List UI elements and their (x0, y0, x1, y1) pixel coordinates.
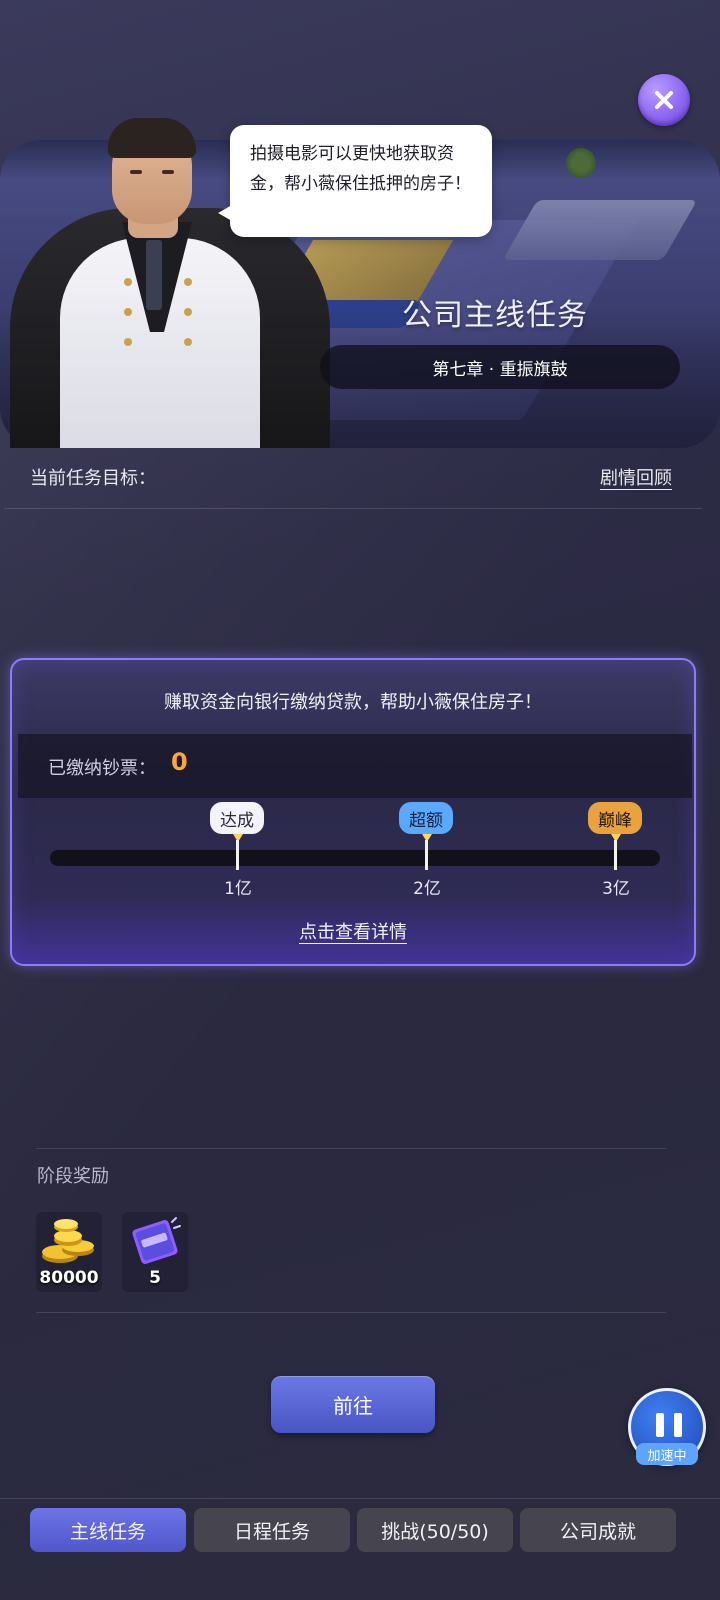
milestone-tag-reach: 达成 (210, 802, 264, 834)
paid-label: 已缴纳钞票： (48, 758, 156, 779)
reward-count: 5 (149, 1268, 161, 1288)
story-review-link[interactable]: 剧情回顾 (600, 464, 672, 490)
close-button[interactable] (638, 74, 690, 126)
reward-item-coins[interactable]: 80000 (36, 1212, 102, 1292)
purple-card-icon (132, 1217, 181, 1264)
close-icon (655, 91, 673, 109)
go-button-label[interactable]: 前往 (333, 1390, 373, 1419)
character-hair (108, 118, 196, 158)
tab-label[interactable]: 挑战(50/50) (381, 1517, 489, 1544)
speed-up-label: 加速中 (636, 1443, 698, 1465)
milestone-tick (614, 840, 617, 870)
pause-icon (656, 1413, 682, 1437)
page-title: 公司主线任务 (402, 298, 588, 333)
tabbar-divider (0, 1498, 720, 1499)
character-eye-left (130, 170, 142, 174)
view-details-text[interactable]: 点击查看详情 (299, 922, 407, 943)
tab-daily-tasks[interactable]: 日程任务 (194, 1508, 350, 1552)
tab-label[interactable]: 日程任务 (234, 1517, 310, 1544)
bottom-tabbar: 主线任务 日程任务 挑战(50/50) 公司成就 (0, 1500, 720, 1600)
divider (36, 1312, 666, 1313)
task-card: 赚取资金向银行缴纳贷款，帮助小薇保住房子！ 已缴纳钞票： 0 达成 1亿 超额 … (10, 658, 696, 966)
milestone-tag-exceed: 超额 (399, 802, 453, 834)
speech-text: 拍摄电影可以更快地获取资金，帮小薇保住抵押的房子！ (250, 144, 471, 194)
reward-item-card[interactable]: 5 (122, 1212, 188, 1292)
divider (4, 508, 702, 509)
character-tie (146, 240, 162, 310)
speed-up-button[interactable]: 加速中 (628, 1388, 706, 1466)
tab-label[interactable]: 主线任务 (70, 1517, 146, 1544)
milestone-tick (236, 840, 239, 870)
reward-title: 阶段奖励 (37, 1166, 109, 1187)
chapter-badge: 第七章 · 重振旗鼓 (320, 345, 680, 389)
character-eye-right (162, 170, 174, 174)
tab-challenges[interactable]: 挑战(50/50) (357, 1508, 513, 1552)
gold-coins-icon (42, 1219, 94, 1263)
tab-label[interactable]: 公司成就 (560, 1517, 636, 1544)
milestone-tag-peak: 巅峰 (588, 802, 642, 834)
chapter-text: 第七章 · 重振旗鼓 (432, 359, 568, 380)
suit-button (184, 308, 192, 316)
milestone-tick (425, 840, 428, 870)
suit-button (124, 278, 132, 286)
target-label: 当前任务目标： (30, 468, 156, 489)
speech-bubble: 拍摄电影可以更快地获取资金，帮小薇保住抵押的房子！ (218, 125, 492, 237)
reward-count: 80000 (39, 1268, 99, 1288)
divider (36, 1148, 666, 1149)
suit-button (184, 338, 192, 346)
paid-amount-bar: 已缴纳钞票： 0 (18, 734, 692, 798)
go-button[interactable]: 前往 (271, 1376, 435, 1433)
suit-button (184, 278, 192, 286)
tab-achievements[interactable]: 公司成就 (520, 1508, 676, 1552)
progress-track (50, 850, 660, 866)
suit-button (124, 338, 132, 346)
view-details-link[interactable]: 点击查看详情 (12, 918, 694, 944)
paid-value: 0 (171, 748, 188, 776)
milestone-tag-text: 达成 (220, 810, 254, 831)
milestone-tag-text: 超额 (409, 810, 443, 831)
task-description: 赚取资金向银行缴纳贷款，帮助小薇保住房子！ (164, 692, 542, 713)
suit-button (124, 308, 132, 316)
tab-main-tasks[interactable]: 主线任务 (30, 1508, 186, 1552)
milestone-tag-text: 巅峰 (598, 810, 632, 831)
